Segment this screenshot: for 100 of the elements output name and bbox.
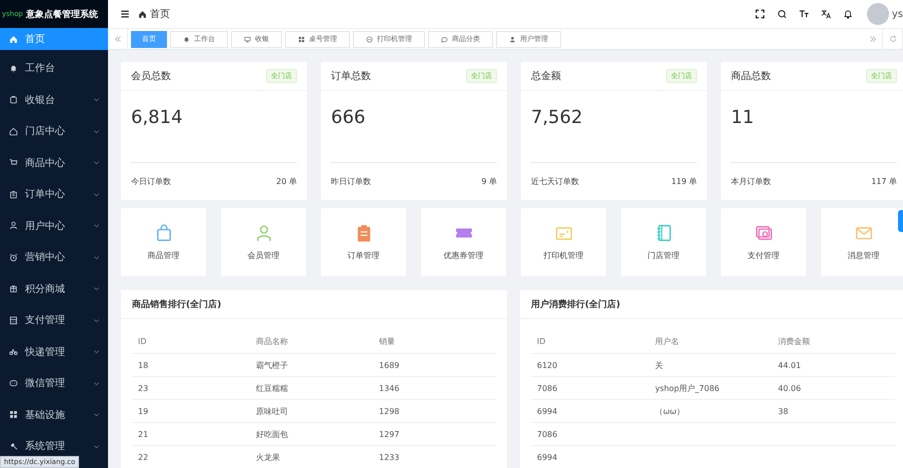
- shortcut-tile[interactable]: 消息管理: [821, 208, 903, 276]
- shortcut-tile[interactable]: 打印机管理: [521, 208, 606, 276]
- footer-label: 今日订单数: [131, 176, 171, 187]
- table-cell-text: 7086: [536, 430, 558, 438]
- double-chevron-right-icon: [868, 35, 876, 43]
- hammer-icon: [9, 442, 18, 450]
- bell-icon: [9, 64, 18, 72]
- sidebar-item[interactable]: 营销中心: [0, 246, 108, 268]
- alarm-icon: [9, 252, 18, 262]
- table-cell-text: yshop用户_7086: [654, 382, 720, 394]
- table-cell-text: 23: [137, 384, 150, 392]
- card-title: 会员总数: [131, 70, 171, 83]
- table-cell-text: 22: [137, 452, 150, 462]
- fullscreen-icon: [754, 9, 765, 19]
- shortcut-tile[interactable]: 支付管理: [721, 208, 806, 276]
- sidebar-item[interactable]: 门店中心: [0, 120, 108, 142]
- sidebar-item[interactable]: 工作台: [0, 57, 108, 79]
- user-icon: [509, 36, 516, 42]
- table-cell-text: 霸气橙子: [255, 360, 290, 370]
- column-header: 消费金额: [777, 336, 812, 346]
- table-cell-text: 原味吐司: [255, 406, 290, 416]
- table-cell-text: 38: [777, 406, 790, 416]
- sidebar-item[interactable]: 快递管理: [0, 340, 108, 362]
- shortcut-tile[interactable]: 会员管理: [221, 208, 306, 276]
- table-cell-text: 好吃面包: [255, 428, 290, 440]
- sidebar-item[interactable]: 用户中心: [0, 214, 108, 236]
- font-size-icon: [798, 9, 809, 19]
- app-title: 意象点餐管理系统: [26, 8, 98, 20]
- refresh-icon: [888, 35, 896, 43]
- bell-icon: [842, 9, 853, 19]
- monitor-icon: [244, 36, 251, 42]
- home-icon: [9, 34, 18, 44]
- bell-icon: [183, 36, 190, 42]
- user-name[interactable]: ys: [892, 8, 903, 20]
- footer-label: 昨日订单数: [331, 176, 371, 187]
- card-title: 订单总数: [331, 70, 371, 83]
- footer-label: 本月订单数: [731, 176, 771, 187]
- sidebar-item[interactable]: 收银台: [0, 88, 108, 110]
- column-header: ID: [536, 336, 547, 346]
- bag-icon: [9, 95, 18, 104]
- table-cell-text: 18: [137, 360, 150, 370]
- footer-label: 近七天订单数: [531, 176, 579, 187]
- double-chevron-left-icon: [114, 35, 122, 43]
- footer-value: 9 单: [481, 176, 497, 187]
- grid-icon: [9, 410, 18, 419]
- cart-icon: [9, 158, 18, 167]
- chat-icon: [9, 378, 18, 388]
- translate-icon: [820, 9, 831, 19]
- menu-icon: [120, 9, 130, 19]
- footer-value: 119 单: [671, 176, 697, 187]
- table-cell-text: 6994: [536, 406, 558, 416]
- card-title: 商品总数: [731, 70, 771, 83]
- table-cell-text: 红豆糯糯: [255, 382, 290, 394]
- footer-value: 20 单: [276, 176, 297, 187]
- shortcut-tile[interactable]: 门店管理: [621, 208, 706, 276]
- table-cell-text: 1298: [378, 406, 400, 416]
- table-cell-text: 1346: [378, 384, 400, 392]
- table-cell-text: 7086: [536, 384, 558, 392]
- chat-icon: [441, 36, 448, 42]
- panel-title: 商品销售排行(全门店): [121, 290, 507, 319]
- panel-title: 用户消费排行(全门店): [520, 290, 903, 319]
- table-cell-text: 关: [654, 360, 664, 370]
- footer-value: 117 单: [871, 176, 897, 187]
- stat-value: 11: [731, 106, 755, 130]
- table-cell-text: 火龙果: [255, 452, 282, 462]
- stat-value: 6,814: [131, 106, 184, 130]
- breadcrumb[interactable]: 首页: [150, 7, 170, 21]
- sidebar-item[interactable]: 积分商城: [0, 278, 108, 300]
- user-icon: [9, 221, 18, 230]
- sidebar-item[interactable]: 基础设施: [0, 404, 108, 426]
- table-cell-text: 44.01: [777, 360, 802, 370]
- table-cell-text: 21: [137, 430, 150, 438]
- shortcut-tile[interactable]: 订单管理: [321, 208, 406, 276]
- bicycle-icon: [9, 347, 18, 356]
- column-header: 用户名: [654, 336, 680, 346]
- column-header: 销量: [378, 336, 396, 346]
- table-cell-text: 40.06: [777, 384, 802, 392]
- sidebar-item[interactable]: 支付管理: [0, 309, 108, 331]
- home-icon: [138, 10, 147, 18]
- gift-icon: [9, 284, 18, 293]
- shortcut-tile[interactable]: 商品管理: [121, 208, 206, 276]
- table-cell-text: 1689: [378, 360, 400, 370]
- sidebar-item[interactable]: 微信管理: [0, 372, 108, 394]
- grid-icon: [298, 36, 305, 42]
- table-cell-text: 1233: [378, 452, 400, 462]
- sidebar-item[interactable]: 订单中心: [0, 183, 108, 205]
- sidebar-item[interactable]: 系统管理: [0, 435, 108, 457]
- table-cell-text: 6994: [536, 452, 558, 462]
- stat-value: 7,562: [531, 106, 584, 130]
- sidebar-item[interactable]: 商品中心: [0, 152, 108, 174]
- stat-value: 666: [331, 106, 366, 130]
- table-cell-text: 1297: [378, 430, 400, 438]
- settings-handle[interactable]: [898, 210, 903, 232]
- house-icon: [9, 126, 18, 136]
- card-title: 总金额: [531, 70, 561, 83]
- shortcut-tile[interactable]: 优惠券管理: [421, 208, 506, 276]
- calculator-icon: [9, 316, 18, 324]
- table-cell-text: （ωω）: [654, 406, 686, 416]
- search-icon: [776, 9, 787, 19]
- table-cell-text: 6120: [536, 360, 558, 370]
